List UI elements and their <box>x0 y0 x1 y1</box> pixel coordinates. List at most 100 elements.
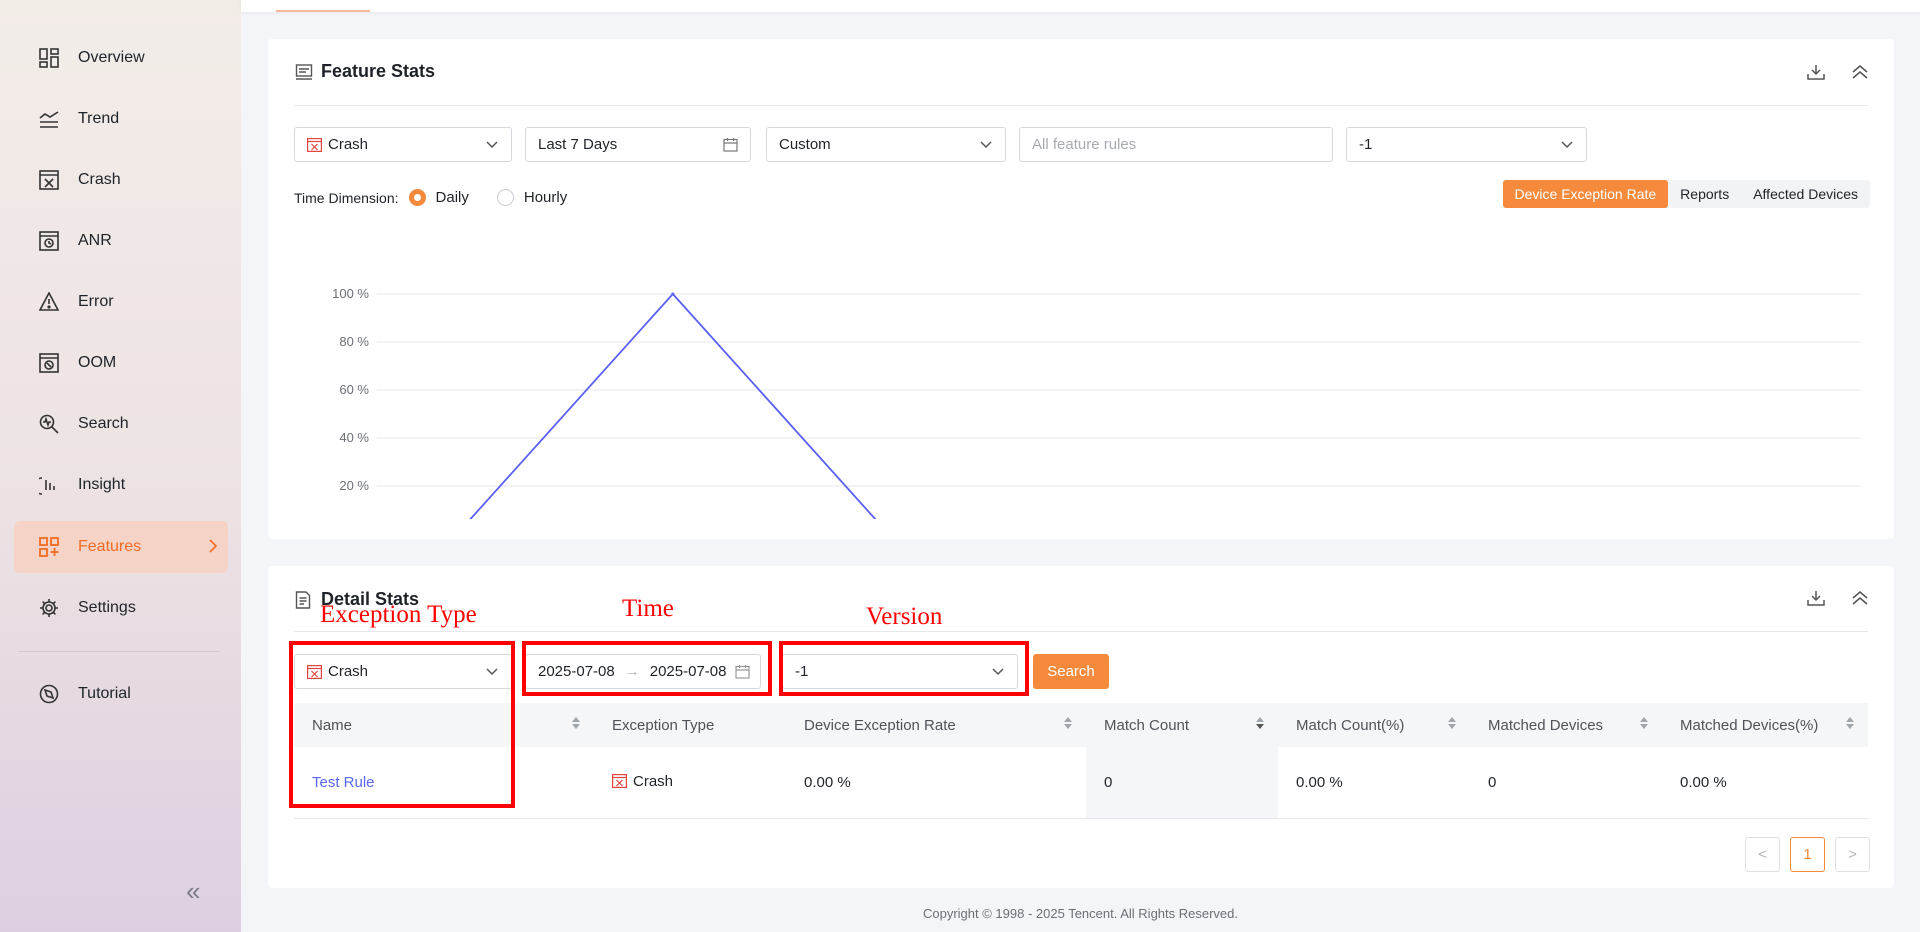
radio-hourly[interactable]: Hourly <box>496 189 568 206</box>
annotation-label-version: Version <box>866 603 943 630</box>
collapse-up-icon[interactable] <box>1850 62 1870 82</box>
version-select[interactable]: -1 <box>1346 127 1587 162</box>
sort-icon[interactable] <box>572 717 580 729</box>
gear-icon <box>38 597 60 619</box>
sidebar-item-search[interactable]: Search <box>14 398 228 450</box>
column-header-exception-type: Exception Type <box>594 703 786 747</box>
chevron-down-icon <box>979 137 993 155</box>
y-tick-label: 20 % <box>339 478 369 493</box>
sidebar-item-settings[interactable]: Settings <box>14 582 228 634</box>
sidebar-item-error[interactable]: Error <box>14 276 228 328</box>
feature-stats-title: Feature Stats <box>321 61 436 81</box>
cell-match-count-pct: 0.00 % <box>1278 747 1470 819</box>
sort-icon[interactable] <box>1448 717 1456 729</box>
time-dimension: Time Dimension: Daily Hourly <box>294 189 567 206</box>
y-tick-label: 40 % <box>339 430 369 445</box>
cell-matched-devices-pct: 0.00 % <box>1662 747 1868 819</box>
cell-device-exception-rate: 0.00 % <box>786 747 1086 819</box>
collapse-sidebar-button[interactable]: « <box>186 876 200 907</box>
sort-icon[interactable] <box>1256 717 1264 729</box>
oom-icon <box>38 352 60 374</box>
header-label: Matched Devices(%) <box>1680 716 1819 734</box>
sort-icon[interactable] <box>1064 717 1072 729</box>
top-bar <box>241 0 1920 12</box>
y-tick-label: 100 % <box>332 286 369 301</box>
mode-select[interactable]: Custom <box>766 127 1006 162</box>
card-actions <box>1806 588 1870 608</box>
cell-matched-devices: 0 <box>1470 747 1662 819</box>
exception-type-select[interactable]: Crash <box>294 127 512 162</box>
sidebar-item-crash[interactable]: Crash <box>14 154 228 206</box>
divider <box>294 105 1868 106</box>
sidebar-item-label: Overview <box>78 49 145 66</box>
search-button[interactable]: Search <box>1033 654 1109 689</box>
sidebar-item-label: ANR <box>78 232 112 249</box>
radio-daily[interactable]: Daily <box>408 189 469 206</box>
sidebar-item-label: Settings <box>78 599 136 616</box>
tab-affected-devices[interactable]: Affected Devices <box>1741 180 1870 208</box>
calendar-icon <box>723 137 738 156</box>
column-header-match-count[interactable]: Match Count <box>1086 703 1278 747</box>
column-header-matched-devices[interactable]: Matched Devices <box>1470 703 1662 747</box>
sidebar-item-tutorial[interactable]: Tutorial <box>14 668 228 720</box>
tab-device-exception-rate[interactable]: Device Exception Rate <box>1502 180 1669 208</box>
card-actions <box>1806 62 1870 82</box>
radio-dot <box>496 189 514 206</box>
line-chart: 0 %20 %40 %60 %80 %100 %07-0207-0307-040… <box>332 286 1860 519</box>
warning-icon <box>38 291 60 313</box>
time-dimension-label: Time Dimension: <box>294 189 399 206</box>
document-icon <box>295 590 313 609</box>
sort-icon[interactable] <box>1640 717 1648 729</box>
metric-tabs: Device Exception Rate Reports Affected D… <box>1502 180 1870 208</box>
sidebar-item-overview[interactable]: Overview <box>14 32 228 84</box>
series-line <box>469 292 877 519</box>
sidebar-item-label: OOM <box>78 354 117 371</box>
table-row: Test Rule Crash 0.00 % 0 0.00 % 0 0.00 % <box>294 747 1868 819</box>
sidebar-item-label: Error <box>78 293 114 310</box>
anr-icon <box>38 230 60 252</box>
feature-rules-select[interactable]: All feature rules <box>1019 127 1333 162</box>
header-label: Device Exception Rate <box>804 716 956 734</box>
tab-reports[interactable]: Reports <box>1668 180 1741 208</box>
column-header-match-count-pct[interactable]: Match Count(%) <box>1278 703 1470 747</box>
collapse-up-icon[interactable] <box>1850 588 1870 608</box>
sidebar-item-trend[interactable]: Trend <box>14 93 228 145</box>
column-header-device-exception-rate[interactable]: Device Exception Rate <box>786 703 1086 747</box>
cell-match-count: 0 <box>1086 747 1278 819</box>
feature-stats-card: Feature Stats Crash Last 7 Days Custom A… <box>268 39 1894 539</box>
pagination: < 1 > <box>1745 837 1870 872</box>
header-label: Matched Devices <box>1488 716 1604 734</box>
card-title: Feature Stats <box>295 61 435 82</box>
radio-label: Hourly <box>523 189 568 206</box>
download-icon[interactable] <box>1806 62 1826 82</box>
select-value: Custom <box>779 136 831 153</box>
insight-icon <box>38 474 60 496</box>
header-label: Exception Type <box>612 716 715 734</box>
radio-dot <box>408 189 426 206</box>
header-label: Match Count <box>1104 716 1190 734</box>
sidebar-item-anr[interactable]: ANR <box>14 215 228 267</box>
sidebar-item-features[interactable]: Features <box>14 521 228 573</box>
sidebar-item-label: Tutorial <box>78 685 131 702</box>
sidebar-item-insight[interactable]: Insight <box>14 459 228 511</box>
chevron-down-icon <box>485 137 499 155</box>
sidebar: Overview Trend Crash ANR Error OOM Searc… <box>0 0 241 932</box>
next-page-button[interactable]: > <box>1835 837 1870 872</box>
annotation-box-time <box>522 641 772 696</box>
table-header: Name Exception Type Device Exception Rat… <box>294 703 1868 747</box>
page-button[interactable]: 1 <box>1790 837 1825 872</box>
prev-page-button[interactable]: < <box>1745 837 1780 872</box>
download-icon[interactable] <box>1806 588 1826 608</box>
sidebar-item-label: Features <box>78 538 142 555</box>
time-range-picker[interactable]: Last 7 Days <box>525 127 751 162</box>
chevron-right-icon <box>208 538 218 556</box>
y-tick-label: 80 % <box>339 334 369 349</box>
trend-icon <box>38 108 60 130</box>
column-header-matched-devices-pct[interactable]: Matched Devices(%) <box>1662 703 1868 747</box>
crash-type-icon <box>307 137 322 152</box>
exception-type-cell: Crash <box>612 773 673 790</box>
sidebar-item-oom[interactable]: OOM <box>14 337 228 389</box>
sort-icon[interactable] <box>1846 717 1854 729</box>
stats-icon <box>295 63 313 81</box>
features-icon <box>38 536 60 558</box>
